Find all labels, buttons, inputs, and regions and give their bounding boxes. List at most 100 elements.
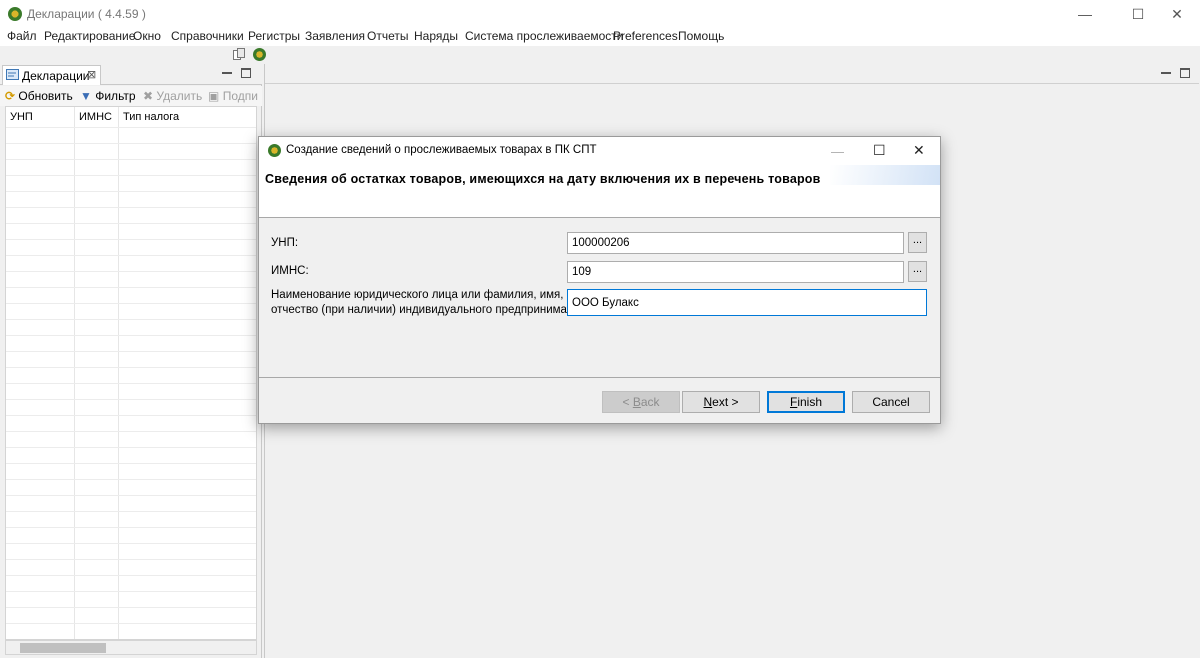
imns-input[interactable] <box>567 261 904 283</box>
back-accelerator: B <box>632 395 641 409</box>
menu-reports[interactable]: Отчеты <box>367 29 408 43</box>
table-row <box>6 591 256 592</box>
finish-button[interactable]: Finish <box>767 391 845 413</box>
view-actions: ⟳ Обновить ▼ Фильтр ✖ Удалить ▣ Подпи <box>0 86 262 106</box>
app-titlebar: Декларации ( 4.4.59 ) — ☐ ✕ <box>0 0 1200 28</box>
menu-edit[interactable]: Редактирование <box>44 29 135 43</box>
menu-preferences[interactable]: Preferences <box>613 29 678 43</box>
declarations-icon <box>6 69 19 80</box>
back-label: ack <box>640 395 660 409</box>
table-row <box>6 207 256 208</box>
table-row <box>6 255 256 256</box>
dialog-separator <box>259 377 940 378</box>
back-button[interactable]: < Back <box>602 391 680 413</box>
table-row <box>6 511 256 512</box>
menu-registers[interactable]: Регистры <box>248 29 300 43</box>
imns-select-button[interactable]: ... <box>908 261 927 282</box>
dialog-titlebar: Создание сведений о прослеживаемых товар… <box>259 137 940 165</box>
wizard-heading: Сведения об остатках товаров, имеющихся … <box>265 172 821 186</box>
minimize-button[interactable]: — <box>1062 0 1108 28</box>
table-row <box>6 287 256 288</box>
app-title: Декларации ( 4.4.59 ) <box>27 7 146 21</box>
table-row <box>6 431 256 432</box>
table-row <box>6 527 256 528</box>
cancel-button[interactable]: Cancel <box>852 391 930 413</box>
close-button[interactable]: ✕ <box>1154 0 1200 28</box>
table-row <box>6 223 256 224</box>
refresh-button[interactable]: ⟳ Обновить <box>5 88 73 104</box>
table-row <box>6 191 256 192</box>
tab-declarations[interactable]: Декларации ⊠ <box>2 65 101 85</box>
column-header-tax-type[interactable]: Тип налога <box>123 111 179 123</box>
declarations-table[interactable]: УНП ИМНС Тип налога <box>5 106 257 640</box>
filter-button[interactable]: ▼ Фильтр <box>80 88 136 104</box>
table-row <box>6 495 256 496</box>
unp-label: УНП: <box>271 237 299 249</box>
sign-icon: ▣ <box>208 89 220 103</box>
menu-applications[interactable]: Заявления <box>305 29 365 43</box>
traceability-icon[interactable] <box>253 48 266 61</box>
wizard-dialog: Создание сведений о прослеживаемых товар… <box>258 136 941 424</box>
unp-select-button[interactable]: ... <box>908 232 927 253</box>
menu-help[interactable]: Помощь <box>678 29 724 43</box>
dialog-title: Создание сведений о прослеживаемых товар… <box>286 144 597 156</box>
table-row <box>6 351 256 352</box>
company-name-input[interactable] <box>567 289 927 316</box>
editor-minimize-icon[interactable] <box>1161 68 1171 74</box>
table-row <box>6 463 256 464</box>
delete-label: Удалить <box>156 89 203 103</box>
menu-window[interactable]: Окно <box>133 29 161 43</box>
editor-header <box>265 64 1199 84</box>
view-maximize-icon[interactable] <box>241 68 251 78</box>
next-button[interactable]: Next > <box>682 391 760 413</box>
menu-traceability[interactable]: Система прослеживаемости <box>465 29 624 43</box>
scrollbar-thumb[interactable] <box>20 643 106 653</box>
finish-label: inish <box>797 395 823 409</box>
menu-file[interactable]: Файл <box>7 29 37 43</box>
menu-bar: Файл Редактирование Окно Справочники Рег… <box>0 28 1200 46</box>
table-row <box>6 143 256 144</box>
next-accelerator: N <box>703 395 713 409</box>
table-row <box>6 559 256 560</box>
table-row <box>6 623 256 624</box>
refresh-icon: ⟳ <box>5 89 16 103</box>
next-label: ext > <box>712 395 739 409</box>
declarations-view: Декларации ⊠ ⟳ Обновить ▼ Фильтр ✖ Удали… <box>0 64 262 658</box>
refresh-label: Обновить <box>18 89 73 103</box>
tab-label: Декларации <box>22 69 90 83</box>
menu-orders[interactable]: Наряды <box>414 29 458 43</box>
table-row <box>6 383 256 384</box>
filter-icon: ▼ <box>80 89 92 103</box>
table-row <box>6 543 256 544</box>
table-row <box>6 271 256 272</box>
sign-label: Подпи <box>222 89 258 103</box>
table-row <box>6 239 256 240</box>
table-row <box>6 399 256 400</box>
imns-label: ИМНС: <box>271 265 309 277</box>
table-row <box>6 159 256 160</box>
column-header-imns[interactable]: ИМНС <box>79 111 112 123</box>
menu-references[interactable]: Справочники <box>171 29 244 43</box>
table-row <box>6 303 256 304</box>
wizard-banner: Сведения об остатках товаров, имеющихся … <box>259 165 940 218</box>
table-row <box>6 175 256 176</box>
column-header-unp[interactable]: УНП <box>10 111 33 123</box>
delete-button[interactable]: ✖ Удалить <box>143 88 202 104</box>
dialog-minimize-button[interactable]: — <box>831 144 844 159</box>
dialog-close-button[interactable]: ✕ <box>913 142 925 159</box>
horizontal-scrollbar[interactable] <box>5 640 257 655</box>
view-tabbar: Декларации ⊠ <box>0 64 262 85</box>
copy-icon[interactable] <box>233 48 245 61</box>
dialog-maximize-button[interactable]: ☐ <box>873 142 886 159</box>
table-row <box>6 127 256 128</box>
table-row <box>6 447 256 448</box>
name-label-line2: отчество (при наличии) индивидуального п… <box>271 304 591 316</box>
tab-close-icon[interactable]: ⊠ <box>87 68 96 81</box>
view-minimize-icon[interactable] <box>222 68 232 74</box>
main-toolbar <box>0 46 1200 64</box>
editor-maximize-icon[interactable] <box>1180 68 1190 78</box>
sign-button[interactable]: ▣ Подпи <box>208 88 258 104</box>
unp-input[interactable] <box>567 232 904 254</box>
table-row <box>6 367 256 368</box>
table-row <box>6 335 256 336</box>
